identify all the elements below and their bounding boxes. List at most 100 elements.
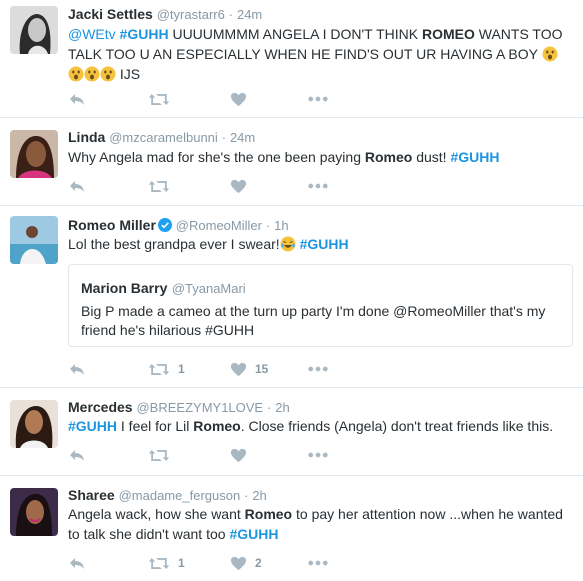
like-button[interactable] bbox=[230, 446, 247, 464]
more-icon bbox=[308, 366, 328, 372]
timestamp[interactable]: 2h bbox=[252, 488, 266, 503]
user-handle[interactable]: @RomeoMiller bbox=[176, 218, 262, 233]
user-handle[interactable]: @tyrastarr6 bbox=[157, 7, 225, 22]
like-button[interactable] bbox=[230, 177, 247, 195]
tweet-actions: 1 15 bbox=[68, 360, 368, 378]
astonished-emoji-icon bbox=[100, 66, 116, 82]
timestamp[interactable]: 24m bbox=[237, 7, 262, 22]
avatar[interactable] bbox=[10, 6, 58, 54]
retweet-icon bbox=[148, 447, 170, 464]
user-handle[interactable]: @madame_ferguson bbox=[119, 488, 241, 503]
like-icon bbox=[230, 361, 247, 378]
retweet-button[interactable] bbox=[148, 90, 170, 108]
astonished-emoji-icon bbox=[68, 66, 84, 82]
tweet-header: Linda @mzcaramelbunni · 24m bbox=[68, 128, 255, 147]
tweet-actions bbox=[68, 177, 368, 195]
tweet-header: Mercedes @BREEZYMY1LOVE · 2h bbox=[68, 398, 290, 417]
avatar[interactable] bbox=[10, 130, 58, 178]
verified-icon bbox=[157, 218, 172, 232]
keyword-highlight: Romeo bbox=[364, 149, 413, 165]
reply-button[interactable] bbox=[68, 177, 86, 195]
avatar[interactable] bbox=[10, 216, 58, 264]
more-icon bbox=[308, 452, 328, 458]
timestamp[interactable]: 2h bbox=[275, 400, 289, 415]
more-icon bbox=[308, 183, 328, 189]
keyword-highlight: Romeo bbox=[193, 418, 241, 434]
quoted-user-handle[interactable]: @TyanaMari bbox=[172, 281, 246, 296]
timestamp[interactable]: 1h bbox=[274, 218, 288, 233]
hashtag-link[interactable]: #GUHH bbox=[300, 236, 349, 252]
hashtag-link[interactable]: #GUHH bbox=[450, 149, 499, 165]
quoted-user-name[interactable]: Marion Barry bbox=[81, 280, 167, 296]
hashtag-link[interactable]: #GUHH bbox=[229, 526, 278, 542]
reply-button[interactable] bbox=[68, 446, 86, 464]
retweet-button[interactable] bbox=[148, 446, 170, 464]
user-handle[interactable]: @mzcaramelbunni bbox=[109, 130, 218, 145]
like-count: 2 bbox=[255, 556, 262, 570]
like-icon bbox=[230, 555, 247, 572]
timestamp[interactable]: 24m bbox=[230, 130, 255, 145]
reply-button[interactable] bbox=[68, 554, 86, 572]
avatar[interactable] bbox=[10, 488, 58, 536]
user-name[interactable]: Linda bbox=[68, 129, 105, 145]
more-button[interactable] bbox=[308, 360, 328, 378]
reply-icon bbox=[68, 177, 86, 195]
retweet-icon bbox=[148, 178, 170, 195]
like-button[interactable] bbox=[230, 90, 247, 108]
hashtag-link[interactable]: #GUHH bbox=[120, 26, 169, 42]
user-name[interactable]: Jacki Settles bbox=[68, 6, 153, 22]
user-handle[interactable]: @BREEZYMY1LOVE bbox=[136, 400, 263, 415]
hashtag-link[interactable]: #GUHH bbox=[68, 418, 117, 434]
like-button[interactable]: 2 bbox=[230, 554, 262, 572]
tweet-header: Romeo Miller @RomeoMiller · 1h bbox=[68, 216, 289, 235]
retweet-icon bbox=[148, 555, 170, 572]
tears-of-joy-emoji-icon bbox=[280, 236, 296, 252]
tweet: Sharee @madame_ferguson · 2h Angela wack… bbox=[0, 476, 583, 581]
keyword-highlight: ROMEO bbox=[421, 26, 475, 42]
separator: · bbox=[267, 400, 272, 415]
more-button[interactable] bbox=[308, 90, 328, 108]
user-name[interactable]: Sharee bbox=[68, 487, 115, 503]
tweet: Romeo Miller @RomeoMiller · 1h Lol the b… bbox=[0, 206, 583, 388]
reply-icon bbox=[68, 554, 86, 572]
text-segment: IJS bbox=[116, 66, 141, 82]
more-button[interactable] bbox=[308, 177, 328, 195]
astonished-emoji-icon bbox=[84, 66, 100, 82]
text-segment: Angela wack, how she want bbox=[68, 506, 245, 522]
separator: · bbox=[228, 7, 234, 22]
mention-link[interactable]: @WEtv bbox=[68, 26, 116, 42]
like-button[interactable]: 15 bbox=[230, 360, 268, 378]
retweet-button[interactable]: 1 bbox=[148, 554, 185, 572]
reply-icon bbox=[68, 90, 86, 108]
more-icon bbox=[308, 560, 328, 566]
more-icon bbox=[308, 96, 328, 102]
like-count: 15 bbox=[255, 362, 269, 376]
separator: · bbox=[265, 218, 271, 233]
tweet-text: #GUHH I feel for Lil Romeo. Close friend… bbox=[68, 416, 568, 436]
quoted-tweet[interactable]: Marion Barry @TyanaMari Big P made a cam… bbox=[68, 264, 573, 347]
more-button[interactable] bbox=[308, 554, 328, 572]
tweet-text: @WEtv #GUHH UUUUMMMM ANGELA I DON'T THIN… bbox=[68, 24, 573, 84]
text-segment: UUUUMMMM ANGELA I DON'T THINK bbox=[168, 26, 422, 42]
tweet-actions bbox=[68, 446, 368, 464]
retweet-count: 1 bbox=[178, 556, 185, 570]
like-icon bbox=[230, 91, 247, 108]
retweet-icon bbox=[148, 361, 170, 378]
reply-button[interactable] bbox=[68, 90, 86, 108]
avatar[interactable] bbox=[10, 400, 58, 448]
text-segment: dust! bbox=[412, 149, 451, 165]
reply-button[interactable] bbox=[68, 360, 86, 378]
user-name[interactable]: Romeo Miller bbox=[68, 217, 156, 233]
user-name[interactable]: Mercedes bbox=[68, 399, 133, 415]
reply-icon bbox=[68, 446, 86, 464]
astonished-emoji-icon bbox=[542, 46, 558, 62]
tweet: Linda @mzcaramelbunni · 24m Why Angela m… bbox=[0, 118, 583, 206]
retweet-button[interactable]: 1 bbox=[148, 360, 185, 378]
text-segment: . Close friends (Angela) don't treat fri… bbox=[240, 418, 554, 434]
text-segment: Why Angela mad for she's the one been pa… bbox=[68, 149, 365, 165]
separator: · bbox=[221, 130, 227, 145]
retweet-button[interactable] bbox=[148, 177, 170, 195]
more-button[interactable] bbox=[308, 446, 328, 464]
retweet-icon bbox=[148, 91, 170, 108]
like-icon bbox=[230, 447, 247, 464]
